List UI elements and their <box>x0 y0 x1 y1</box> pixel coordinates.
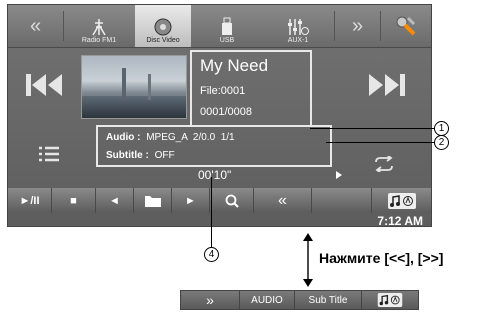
subtitle-button[interactable]: Sub Title <box>295 291 362 309</box>
prev-track-button[interactable] <box>20 65 70 105</box>
folder-icon <box>144 195 161 207</box>
disc-icon <box>154 18 172 36</box>
subtitle-value: OFF <box>154 150 175 161</box>
antenna-icon <box>92 19 106 36</box>
subtitle-label: Subtitle : <box>106 150 149 161</box>
more-button[interactable]: « <box>254 188 312 213</box>
audio-row: Audio : MPEG_A 2/0.0 1/1 <box>106 132 235 143</box>
search-icon <box>225 194 239 208</box>
audio-label: Audio : <box>106 132 141 143</box>
source-prev-button[interactable]: « <box>8 5 63 47</box>
repeat-icon <box>375 154 393 174</box>
tower <box>148 74 151 100</box>
next-glyph: » <box>351 14 364 37</box>
search-button[interactable] <box>210 188 254 213</box>
play-pause-glyph: ►/II <box>19 194 40 207</box>
audio-setup-button[interactable] <box>372 188 431 213</box>
more-glyph: « <box>278 191 287 209</box>
callout-line-1 <box>310 128 434 129</box>
tab-label: AUX-1 <box>287 37 309 44</box>
tab-label: Disc Video <box>146 37 180 44</box>
alternate-control-bar: » AUDIO Sub Title <box>180 290 419 310</box>
more-button-alt[interactable]: » <box>181 291 240 309</box>
callout-number: 1 <box>438 123 445 134</box>
subtitle-label: Sub Title <box>308 294 348 306</box>
callout-4: 4 <box>204 247 219 262</box>
audio-value: MPEG_A 2/0.0 1/1 <box>146 132 235 143</box>
settings-button[interactable] <box>381 5 431 47</box>
list-button[interactable] <box>38 145 60 163</box>
track-info-box: My Need File:0001 0001/0008 <box>190 50 312 127</box>
next-track-button[interactable] <box>358 65 414 105</box>
tower <box>122 68 126 100</box>
callout-number: 2 <box>438 137 445 148</box>
video-thumbnail[interactable] <box>81 55 187 119</box>
skip-back-icon <box>26 74 62 96</box>
water <box>82 96 186 118</box>
mixer-icon <box>288 19 309 35</box>
next-glyph: ► <box>185 194 196 207</box>
track-counter: 0001/0008 <box>200 106 252 118</box>
audio-info-box: Audio : MPEG_A 2/0.0 1/1 Subtitle : OFF <box>96 125 332 167</box>
source-tab-bar: « Radio FM1 Disc Video USB AUX-1 » <box>8 5 431 48</box>
tab-label: USB <box>219 37 235 44</box>
stop-button[interactable]: ■ <box>52 188 96 213</box>
list-icon <box>39 146 59 162</box>
callout-number: 4 <box>208 249 215 260</box>
prev-glyph: ◄ <box>109 194 120 207</box>
tab-label: Radio FM1 <box>81 37 117 44</box>
tab-aux[interactable]: AUX-1 <box>263 5 333 47</box>
more-glyph: » <box>206 292 214 308</box>
music-note-icon <box>387 192 416 209</box>
stop-glyph: ■ <box>70 194 77 207</box>
tab-disc-video[interactable]: Disc Video <box>135 5 191 47</box>
repeat-button[interactable] <box>372 154 396 174</box>
music-note-icon <box>377 293 403 307</box>
callout-2: 2 <box>434 135 449 150</box>
prev-glyph: « <box>29 14 42 37</box>
source-next-button[interactable]: » <box>335 5 380 47</box>
elapsed-time: 00'10" <box>198 168 232 182</box>
control-bar-spacer <box>312 188 372 213</box>
clock: 7:12 AM <box>377 214 423 227</box>
callout-1: 1 <box>434 121 449 136</box>
folder-button[interactable] <box>134 188 172 213</box>
subtitle-row: Subtitle : OFF <box>106 150 175 161</box>
audio-setup-button-alt[interactable] <box>362 291 418 309</box>
tab-radio[interactable]: Radio FM1 <box>64 5 134 47</box>
callout-line-4 <box>211 177 212 247</box>
instruction-text: Нажмите [<<], [>>] <box>319 250 444 266</box>
usb-icon <box>222 17 232 35</box>
head-unit-screen: « Radio FM1 Disc Video USB AUX-1 » My Ne… <box>7 4 432 227</box>
file-number: File:0001 <box>200 85 246 97</box>
play-pause-button[interactable]: ►/II <box>8 188 52 213</box>
audio-button[interactable]: AUDIO <box>240 291 295 309</box>
callout-line-2 <box>326 142 434 143</box>
track-title: My Need <box>200 56 269 75</box>
wrench-icon <box>396 16 416 36</box>
progress-marker-icon <box>336 171 342 179</box>
prev-button[interactable]: ◄ <box>96 188 134 213</box>
next-button[interactable]: ► <box>172 188 210 213</box>
up-down-arrow-icon <box>303 233 313 287</box>
tab-usb[interactable]: USB <box>192 5 262 47</box>
skip-forward-icon <box>369 74 405 96</box>
audio-label: AUDIO <box>251 294 283 306</box>
